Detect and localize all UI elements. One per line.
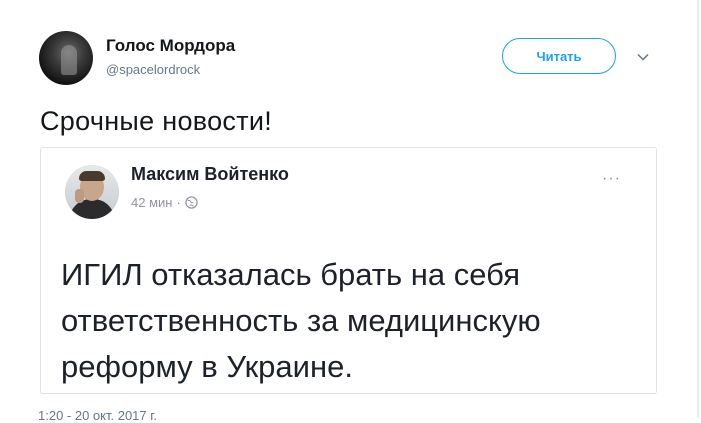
embedded-author-avatar[interactable]: [65, 165, 119, 219]
embedded-author-name[interactable]: Максим Войтенко: [131, 164, 289, 185]
embedded-post-time[interactable]: 42 мин: [131, 195, 172, 210]
globe-icon: [185, 196, 198, 209]
chevron-down-icon[interactable]: [637, 51, 649, 63]
avatar[interactable]: [39, 31, 93, 85]
display-name[interactable]: Голос Мордора: [106, 36, 235, 56]
follow-button[interactable]: Читать: [502, 38, 616, 74]
meta-separator: ·: [176, 195, 181, 210]
tweet-timestamp[interactable]: 1:20 - 20 окт. 2017 г.: [38, 408, 157, 423]
user-handle[interactable]: @spacelordrock: [106, 62, 200, 77]
scroll-edge: [697, 0, 699, 418]
tweet-text: Срочные новости!: [40, 106, 273, 136]
embedded-post-text: ИГИЛ отказалась брать на себя ответствен…: [61, 257, 541, 384]
embedded-post-meta: 42 мин ·: [131, 195, 198, 210]
more-options-icon[interactable]: ···: [602, 170, 621, 188]
embedded-post-card[interactable]: Максим Войтенко 42 мин · ··· ИГИЛ отказа…: [40, 147, 657, 394]
